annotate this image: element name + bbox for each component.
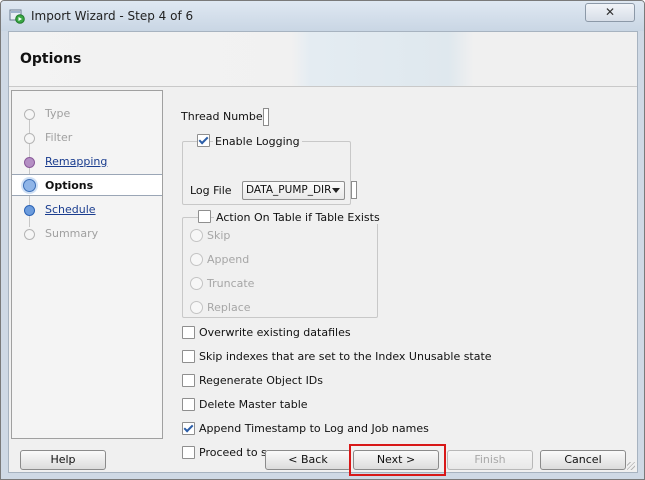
radio-replace — [190, 301, 203, 314]
regenerate-object-ids-label[interactable]: Regenerate Object IDs — [199, 374, 323, 387]
step-indicator-icon — [24, 109, 35, 120]
wizard-step-navigation: Type Filter Remapping Options Schedule S… — [11, 90, 163, 439]
page-header: Options — [9, 32, 637, 87]
append-timestamp-checkbox[interactable] — [182, 422, 195, 435]
step-label: Summary — [45, 227, 99, 240]
step-label[interactable]: Schedule — [45, 203, 96, 216]
step-indicator-icon — [24, 229, 35, 240]
delete-master-table-checkbox[interactable] — [182, 398, 195, 411]
step-label: Options — [45, 179, 94, 192]
regenerate-object-ids-checkbox[interactable] — [182, 374, 195, 387]
radio-append-label: Append — [207, 253, 250, 266]
radio-skip-label: Skip — [207, 229, 231, 242]
help-button-label: Help — [50, 453, 76, 466]
step-label: Type — [45, 107, 71, 120]
radio-truncate — [190, 277, 203, 290]
overwrite-datafiles-label[interactable]: Overwrite existing datafiles — [199, 326, 351, 339]
wizard-client-area: Options Type Filter Remapping Options Sc… — [8, 31, 638, 476]
step-schedule[interactable]: Schedule — [12, 199, 162, 221]
cancel-button[interactable]: Cancel — [540, 450, 626, 470]
finish-button-label: Finish — [474, 453, 506, 466]
step-type: Type — [12, 103, 162, 125]
step-filter: Filter — [12, 127, 162, 149]
delete-master-table-label[interactable]: Delete Master table — [199, 398, 308, 411]
radio-replace-label: Replace — [207, 301, 251, 314]
step-label: Filter — [45, 131, 73, 144]
import-wizard-window: Import Wizard - Step 4 of 6 ✕ Options Ty… — [0, 0, 645, 480]
step-indicator-icon — [24, 205, 35, 216]
resize-grip-icon[interactable] — [627, 462, 635, 470]
log-file-name-field[interactable] — [351, 181, 357, 199]
step-options[interactable]: Options — [12, 174, 162, 196]
page-title: Options — [20, 51, 82, 67]
enable-logging-checkbox[interactable] — [197, 134, 210, 147]
radio-append — [190, 253, 203, 266]
table-exists-checkbox[interactable] — [198, 210, 211, 223]
step-indicator-icon — [24, 133, 35, 144]
log-file-directory-value: DATA_PUMP_DIR — [246, 184, 332, 196]
title-bar[interactable]: Import Wizard - Step 4 of 6 ✕ — [1, 1, 644, 31]
radio-skip — [190, 229, 203, 242]
skip-unusable-indexes-checkbox[interactable] — [182, 350, 195, 363]
next-button-highlight — [349, 444, 446, 476]
step-label[interactable]: Remapping — [45, 155, 107, 168]
close-button[interactable]: ✕ — [585, 3, 635, 22]
step-summary: Summary — [12, 223, 162, 245]
cancel-button-label: Cancel — [564, 453, 602, 466]
chevron-down-icon — [332, 188, 340, 193]
finish-button: Finish — [447, 450, 533, 470]
append-timestamp-label[interactable]: Append Timestamp to Log and Job names — [199, 422, 429, 435]
proceed-to-summary-checkbox[interactable] — [182, 446, 195, 459]
window-title: Import Wizard - Step 4 of 6 — [31, 9, 194, 23]
log-file-label: Log File — [190, 184, 232, 197]
back-button-label: < Back — [288, 453, 328, 466]
table-exists-label: Action On Table if Table Exists — [214, 211, 382, 224]
options-panel: Thread Number Enable Logging Log File DA… — [162, 90, 635, 459]
enable-logging-label: Enable Logging — [213, 135, 302, 148]
log-file-directory-select[interactable]: DATA_PUMP_DIR — [242, 181, 345, 200]
thread-number-label: Thread Number — [181, 110, 268, 123]
step-remapping[interactable]: Remapping — [12, 151, 162, 173]
skip-unusable-indexes-label[interactable]: Skip indexes that are set to the Index U… — [199, 350, 492, 363]
thread-number-field[interactable] — [263, 108, 269, 126]
step-indicator-icon — [24, 157, 35, 168]
close-icon: ✕ — [604, 5, 616, 19]
back-button[interactable]: < Back — [265, 450, 351, 470]
current-step-icon — [23, 179, 36, 192]
radio-truncate-label: Truncate — [207, 277, 255, 290]
import-wizard-app-icon — [9, 9, 25, 24]
help-button[interactable]: Help — [20, 450, 106, 470]
overwrite-datafiles-checkbox[interactable] — [182, 326, 195, 339]
